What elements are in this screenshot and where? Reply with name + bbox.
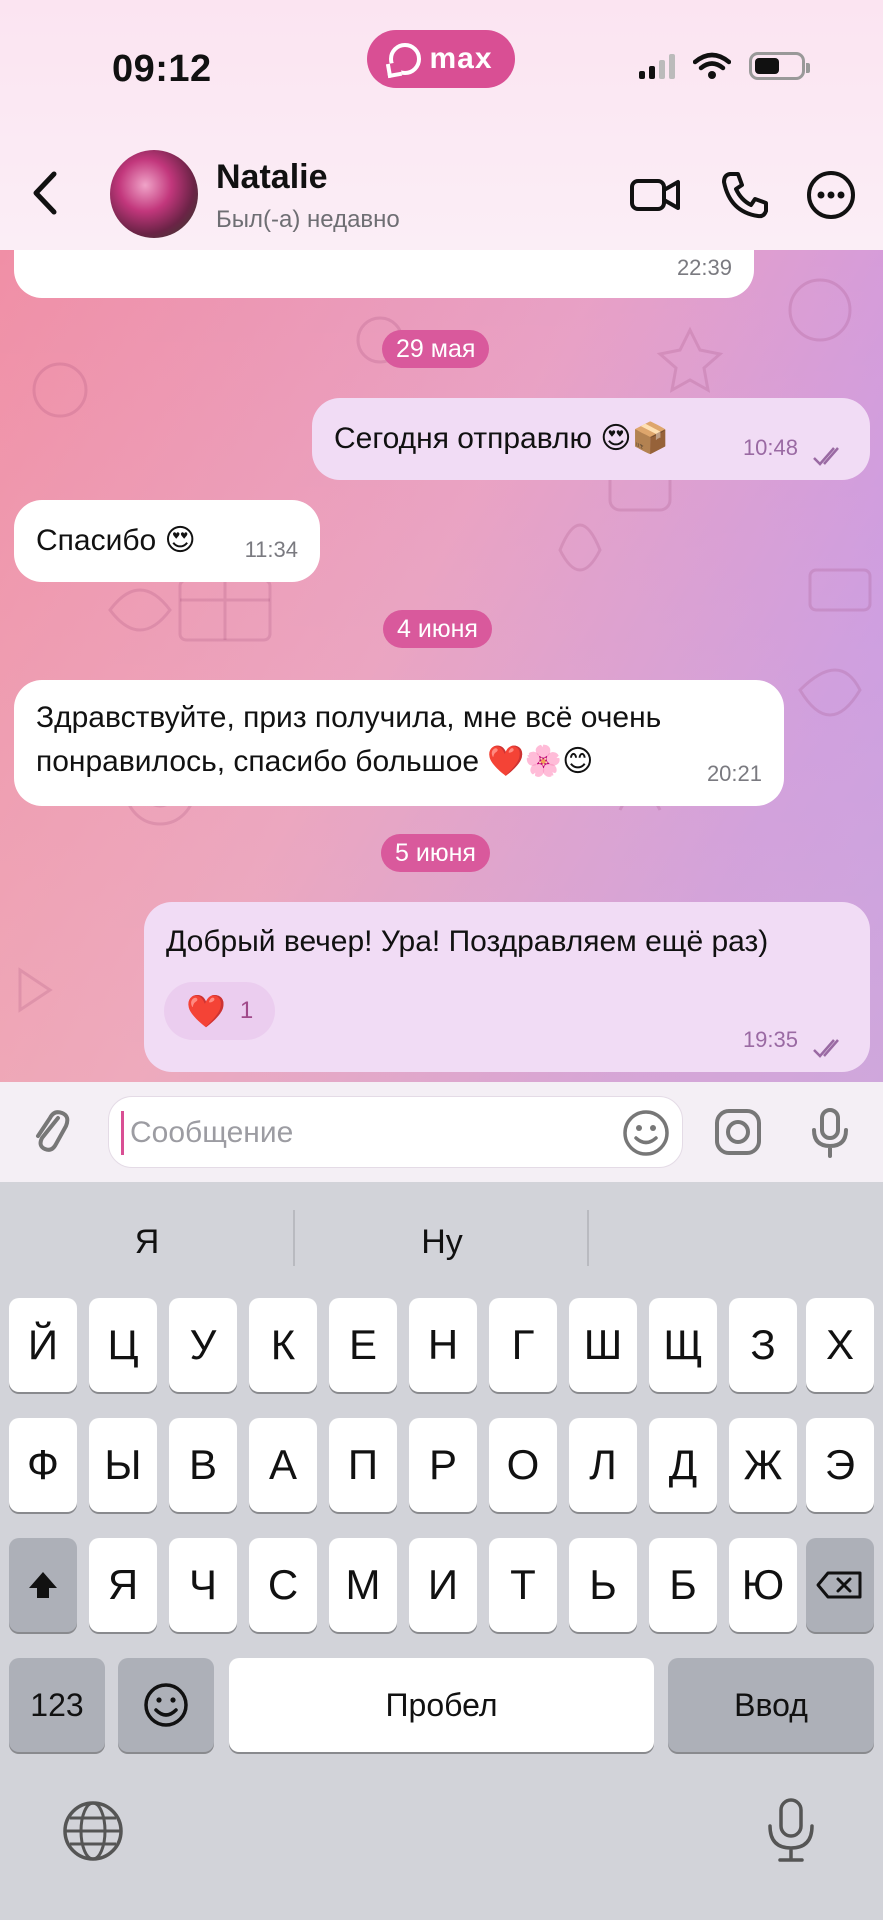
battery-icon <box>749 52 810 80</box>
key[interactable]: М <box>329 1538 397 1632</box>
globe-icon[interactable] <box>58 1796 128 1866</box>
numbers-key[interactable]: 123 <box>9 1658 105 1752</box>
read-ticks-icon <box>813 1039 839 1058</box>
video-call-icon[interactable] <box>628 168 682 222</box>
max-app-badge[interactable]: max <box>367 30 515 88</box>
key[interactable]: В <box>169 1418 237 1512</box>
message-composer <box>0 1082 883 1182</box>
phone-call-icon[interactable] <box>718 168 772 222</box>
shift-key[interactable] <box>9 1538 77 1632</box>
top-bar: 09:12 max Natalie Был(-а) недавно <box>0 0 883 250</box>
key[interactable]: Х <box>806 1298 874 1392</box>
message-time: 19:35 <box>742 1027 798 1052</box>
max-logo-icon <box>389 43 422 75</box>
message-time: 22:39 <box>676 255 732 280</box>
contact-avatar[interactable] <box>110 150 198 238</box>
wifi-icon <box>693 52 731 79</box>
date-separator: 29 мая <box>382 330 490 368</box>
chat-area[interactable]: 22:39 29 мая Сегодня отправлю 😍📦 10:48 С… <box>0 250 883 1082</box>
message-text-line-2: понравилось, спасибо большое ❤️🌸😊 <box>36 745 594 778</box>
paperclip-icon[interactable] <box>24 1104 80 1160</box>
backspace-icon <box>816 1571 862 1599</box>
key[interactable]: Ш <box>569 1298 637 1392</box>
message-text: Спасибо 😍 <box>36 524 196 557</box>
key[interactable]: О <box>489 1418 557 1512</box>
key[interactable]: Ф <box>9 1418 77 1512</box>
key[interactable]: Л <box>569 1418 637 1512</box>
key[interactable]: Д <box>649 1418 717 1512</box>
keyboard: Я Ну Й Ц У К Е Н Г Ш Щ З Х Ф Ы В А П Р О… <box>0 1182 883 1920</box>
key[interactable]: Ж <box>729 1418 797 1512</box>
shift-arrow-icon <box>29 1572 57 1598</box>
camera-icon[interactable] <box>710 1104 766 1160</box>
key[interactable]: Ч <box>169 1538 237 1632</box>
emoji-key[interactable] <box>118 1658 214 1752</box>
key[interactable]: Э <box>806 1418 874 1512</box>
key[interactable]: С <box>249 1538 317 1632</box>
date-separator: 4 июня <box>383 610 492 648</box>
key[interactable]: Т <box>489 1538 557 1632</box>
key[interactable]: Щ <box>649 1298 717 1392</box>
message-time: 10:48 <box>742 435 798 460</box>
dictation-mic-icon[interactable] <box>756 1796 826 1866</box>
message-field[interactable] <box>108 1096 683 1168</box>
message-time: 11:34 <box>244 537 298 562</box>
emoji-face-icon <box>144 1683 188 1727</box>
heart-emoji-icon: ❤️ <box>186 993 226 1029</box>
key[interactable]: Б <box>649 1538 717 1632</box>
suggestion-2[interactable]: Ну <box>295 1202 589 1282</box>
key[interactable]: У <box>169 1298 237 1392</box>
reaction-chip[interactable]: ❤️ 1 <box>164 982 276 1040</box>
key[interactable]: Ц <box>89 1298 157 1392</box>
key[interactable]: З <box>729 1298 797 1392</box>
key[interactable]: И <box>409 1538 477 1632</box>
contact-name[interactable]: Natalie <box>216 158 328 197</box>
status-time: 09:12 <box>112 48 212 90</box>
key[interactable]: Ы <box>89 1418 157 1512</box>
key[interactable]: Й <box>9 1298 77 1392</box>
message-bubble-incoming[interactable]: Спасибо 😍 11:34 <box>14 500 320 582</box>
voice-message-mic-icon[interactable] <box>802 1104 858 1160</box>
key[interactable]: Е <box>329 1298 397 1392</box>
key[interactable]: К <box>249 1298 317 1392</box>
message-bubble-outgoing[interactable]: Добрый вечер! Ура! Поздравляем ещё раз) … <box>144 902 870 1072</box>
message-text: Сегодня отправлю 😍📦 <box>334 422 669 455</box>
date-separator: 5 июня <box>381 834 490 872</box>
max-label: max <box>429 42 493 75</box>
backspace-key[interactable] <box>806 1538 874 1632</box>
message-input[interactable] <box>121 1111 601 1155</box>
back-arrow-icon[interactable] <box>26 168 66 218</box>
key[interactable]: Н <box>409 1298 477 1392</box>
message-bubble-incoming-partial[interactable]: 22:39 <box>14 250 754 298</box>
key[interactable]: Ь <box>569 1538 637 1632</box>
emoji-smiley-icon[interactable] <box>620 1107 672 1159</box>
message-text: Добрый вечер! Ура! Поздравляем ещё раз) <box>166 925 769 958</box>
space-key[interactable]: Пробел <box>229 1658 654 1752</box>
reaction-count: 1 <box>239 997 254 1024</box>
key[interactable]: Р <box>409 1418 477 1512</box>
more-options-icon[interactable] <box>804 168 858 222</box>
read-ticks-icon <box>813 447 839 466</box>
message-bubble-incoming[interactable]: Здравствуйте, приз получила, мне всё оче… <box>14 680 784 806</box>
key[interactable]: Г <box>489 1298 557 1392</box>
key[interactable]: П <box>329 1418 397 1512</box>
key[interactable]: А <box>249 1418 317 1512</box>
suggestion-1[interactable]: Я <box>0 1202 294 1282</box>
key[interactable]: Я <box>89 1538 157 1632</box>
cellular-signal-icon <box>639 53 675 79</box>
contact-status: Был(-а) недавно <box>216 206 400 233</box>
message-text-line-1: Здравствуйте, приз получила, мне всё оче… <box>36 701 662 734</box>
key[interactable]: Ю <box>729 1538 797 1632</box>
status-icons <box>639 52 810 80</box>
message-bubble-outgoing[interactable]: Сегодня отправлю 😍📦 10:48 <box>312 398 870 480</box>
message-time: 20:21 <box>706 761 762 786</box>
suggestion-3[interactable] <box>589 1202 883 1282</box>
return-key[interactable]: Ввод <box>668 1658 874 1752</box>
